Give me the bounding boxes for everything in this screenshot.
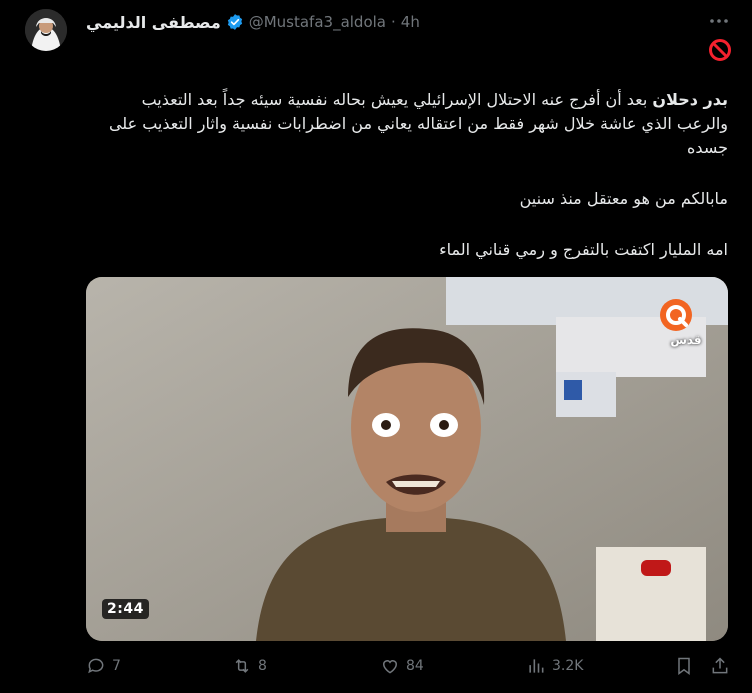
video-duration: 2:44 xyxy=(102,599,149,619)
video-thumbnail xyxy=(86,277,728,641)
tweet-video[interactable]: قدس 2:44 xyxy=(86,277,728,641)
channel-logo-text: قدس xyxy=(670,333,702,347)
author-avatar[interactable] xyxy=(25,9,67,51)
reply-icon xyxy=(88,658,104,674)
like-button[interactable]: 84 xyxy=(380,656,424,676)
bookmark-button[interactable] xyxy=(674,656,694,676)
block-icon[interactable] xyxy=(708,38,732,62)
tweet-bold-name: بدر دحلان xyxy=(652,90,728,109)
heart-icon xyxy=(382,660,398,674)
author-name[interactable]: مصطفى الدليمي xyxy=(86,13,221,32)
share-button[interactable] xyxy=(710,656,730,676)
repost-button[interactable]: 8 xyxy=(232,656,267,676)
views-chart-icon xyxy=(529,659,544,673)
tweet-paragraph-1: بدر دحلان بعد أن أفرج عنه الاحتلال الإسر… xyxy=(88,88,728,160)
view-count: 3.2K xyxy=(552,658,584,674)
reply-count: 7 xyxy=(112,658,121,674)
verified-badge-icon[interactable] xyxy=(226,13,244,31)
share-icon xyxy=(712,657,728,674)
quds-logo-icon xyxy=(660,299,692,331)
bookmark-icon xyxy=(678,657,690,675)
tweet-timestamp[interactable]: 4h xyxy=(401,13,420,31)
like-count: 84 xyxy=(406,658,424,674)
repost-icon xyxy=(235,659,249,673)
tweet-paragraph-3: امه المليار اكتفت بالتفرج و رمي قناني ال… xyxy=(439,240,728,259)
author-handle[interactable]: @Mustafa3_aldola xyxy=(249,13,386,31)
reply-button[interactable]: 7 xyxy=(86,656,121,676)
channel-logo: قدس xyxy=(658,297,714,353)
tweet-header: مصطفى الدليمي @Mustafa3_aldola · 4h xyxy=(86,10,420,34)
tweet-paragraph-1-text: بعد أن أفرج عنه الاحتلال الإسرائيلي يعيش… xyxy=(108,90,728,157)
tweet-paragraph-2: مابالكم من هو معتقل منذ سنين xyxy=(519,189,728,208)
header-separator: · xyxy=(391,13,396,31)
repost-count: 8 xyxy=(258,658,267,674)
more-options-icon[interactable] xyxy=(708,13,730,29)
tweet-action-bar: 7 8 84 3.2K xyxy=(86,656,732,682)
views-button[interactable]: 3.2K xyxy=(526,656,583,676)
